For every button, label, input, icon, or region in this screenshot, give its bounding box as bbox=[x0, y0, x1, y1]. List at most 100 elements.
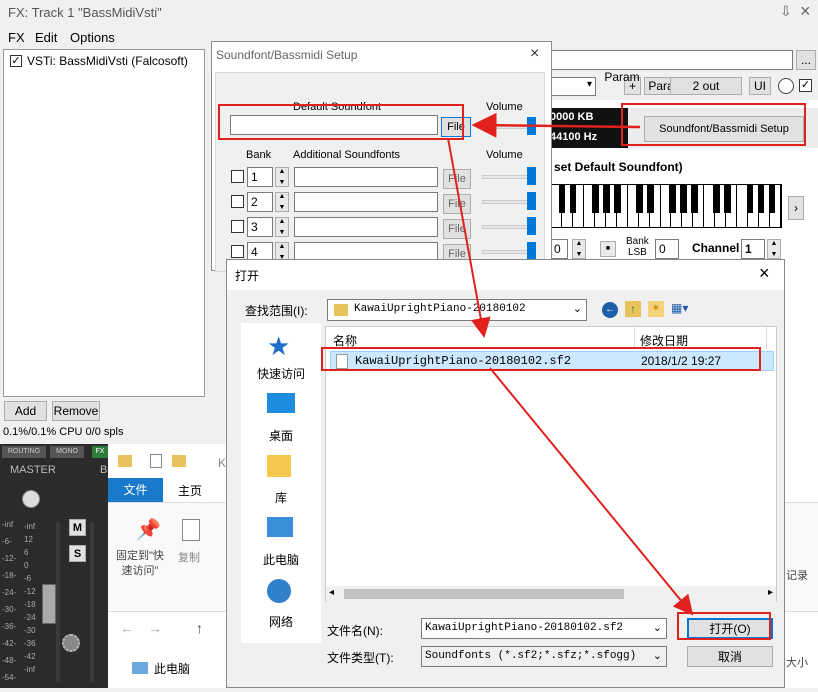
pan-knob-icon[interactable] bbox=[22, 490, 40, 508]
preset-field[interactable] bbox=[548, 50, 793, 70]
plugin-item[interactable]: ✓ VSTi: BassMidiVsti (Falcosoft) bbox=[10, 54, 188, 68]
additional-file-button[interactable]: File bbox=[443, 219, 471, 239]
nav-back-icon[interactable]: ← bbox=[120, 620, 134, 636]
close-icon[interactable]: × bbox=[800, 1, 811, 22]
additional-volume-slider[interactable] bbox=[527, 167, 536, 185]
preset-dots-button[interactable]: ... bbox=[796, 50, 816, 70]
open-button[interactable]: 打开(O) bbox=[687, 618, 773, 639]
bank-spin-field[interactable]: 2 bbox=[247, 192, 273, 212]
piano-black-key[interactable] bbox=[647, 185, 654, 213]
channel-field[interactable]: 1 bbox=[741, 239, 765, 259]
soundfont-setup-button[interactable]: Soundfont/Bassmidi Setup bbox=[644, 116, 804, 142]
column-header-name[interactable]: 名称 bbox=[333, 332, 357, 349]
view-menu-icon[interactable]: ▦▾ bbox=[671, 301, 699, 317]
piano-black-key[interactable] bbox=[724, 185, 732, 213]
wet-knob-icon[interactable] bbox=[778, 78, 794, 94]
pin-icon[interactable]: ⇩ bbox=[780, 3, 792, 20]
back-arrow-icon[interactable]: ← bbox=[602, 302, 618, 318]
menu-options[interactable]: Options bbox=[70, 30, 115, 45]
horizontal-scrollbar[interactable]: ◂ ▸ bbox=[326, 586, 776, 602]
additional-volume-slider[interactable] bbox=[527, 242, 536, 260]
left-spin-buttons[interactable]: ▲ ▼ bbox=[572, 239, 586, 259]
lookin-dropdown[interactable]: KawaiUprightPiano-20180102 ⌄ bbox=[327, 299, 587, 321]
soundfont-enable-checkbox[interactable] bbox=[231, 245, 244, 258]
filetype-dropdown[interactable]: Soundfonts (*.sf2;*.sfz;*.sfogg) ⌄ bbox=[421, 646, 667, 667]
additional-volume-slider[interactable] bbox=[527, 217, 536, 235]
settings-gear-icon[interactable] bbox=[62, 634, 80, 652]
soundfont-enable-checkbox[interactable] bbox=[231, 220, 244, 233]
bank-spin-field[interactable]: 3 bbox=[247, 217, 273, 237]
ui-button[interactable]: UI bbox=[749, 77, 771, 95]
bank-lsb-field[interactable]: 0 bbox=[655, 239, 679, 259]
bypass-checkbox[interactable]: ✓ bbox=[799, 79, 812, 92]
soundfont-enable-checkbox[interactable] bbox=[231, 170, 244, 183]
additional-soundfont-field[interactable] bbox=[294, 167, 438, 187]
soundfont-enable-checkbox[interactable] bbox=[231, 195, 244, 208]
open-dialog-close-icon[interactable]: × bbox=[759, 263, 770, 284]
piano-black-key[interactable] bbox=[569, 185, 577, 213]
piano-black-key[interactable] bbox=[680, 185, 687, 213]
piano-black-key[interactable] bbox=[636, 185, 643, 213]
channel-spin-buttons[interactable]: ▲ ▼ bbox=[767, 239, 781, 259]
ribbon-tab-home[interactable]: 主页 bbox=[178, 482, 202, 499]
routing-button[interactable]: ROUTING bbox=[2, 446, 46, 458]
piano-black-key[interactable] bbox=[768, 185, 776, 213]
menu-edit[interactable]: Edit bbox=[35, 30, 57, 45]
left-spin-field[interactable]: 0 bbox=[550, 239, 568, 259]
scroll-left-icon[interactable]: ◂ bbox=[329, 587, 334, 598]
this-pc-label[interactable]: 此电脑 bbox=[154, 660, 190, 677]
piano-black-key[interactable] bbox=[746, 185, 754, 213]
place-item[interactable]: 桌面 bbox=[241, 427, 321, 444]
new-folder-icon[interactable] bbox=[172, 455, 186, 467]
bank-spin-buttons[interactable]: ▲ ▼ bbox=[275, 217, 289, 237]
additional-file-button[interactable]: File bbox=[443, 169, 471, 189]
additional-soundfont-field[interactable] bbox=[294, 192, 438, 212]
additional-file-button[interactable]: File bbox=[443, 194, 471, 214]
copy-label[interactable]: 复制 bbox=[178, 549, 200, 565]
mute-button[interactable]: M bbox=[69, 519, 86, 536]
nav-forward-icon[interactable]: → bbox=[148, 620, 162, 636]
scroll-right-icon[interactable]: ▸ bbox=[768, 587, 773, 598]
file-row-selected[interactable]: KawaiUprightPiano-20180102.sf2 2018/1/2 … bbox=[330, 351, 774, 371]
setup-dialog-close-icon[interactable]: × bbox=[530, 45, 539, 63]
piano-black-key[interactable] bbox=[591, 185, 599, 213]
piano-scroll-right-button[interactable]: › bbox=[788, 196, 804, 220]
bank-spin-field[interactable]: 1 bbox=[247, 167, 273, 187]
place-item[interactable]: 快速访问 bbox=[241, 365, 321, 382]
piano-keyboard[interactable] bbox=[550, 184, 782, 228]
menu-fx[interactable]: FX bbox=[8, 30, 25, 45]
place-item[interactable]: 库 bbox=[241, 489, 321, 506]
piano-black-key[interactable] bbox=[691, 185, 698, 213]
additional-soundfont-field[interactable] bbox=[294, 217, 438, 237]
copy-icon[interactable] bbox=[182, 519, 200, 541]
add-button[interactable]: Add bbox=[4, 401, 47, 421]
piano-black-key[interactable] bbox=[613, 185, 621, 213]
volume-fader[interactable] bbox=[42, 584, 56, 624]
place-item[interactable]: 网络 bbox=[241, 613, 321, 630]
up-folder-icon[interactable]: ↑ bbox=[625, 301, 641, 317]
piano-black-key[interactable] bbox=[602, 185, 610, 213]
bank-spin-buttons[interactable]: ▲ ▼ bbox=[275, 167, 289, 187]
stop-icon[interactable]: ■ bbox=[600, 241, 616, 257]
plugin-enable-checkbox[interactable]: ✓ bbox=[10, 55, 22, 67]
cancel-button[interactable]: 取消 bbox=[687, 646, 773, 667]
solo-button[interactable]: S bbox=[69, 545, 86, 562]
piano-black-key[interactable] bbox=[558, 185, 566, 213]
bank-spin-buttons[interactable]: ▲ ▼ bbox=[275, 192, 289, 212]
properties-icon[interactable] bbox=[150, 454, 162, 468]
remove-button[interactable]: Remove bbox=[52, 401, 100, 421]
pin-quick-access-icon[interactable]: 📌 bbox=[136, 517, 161, 542]
filename-input[interactable]: KawaiUprightPiano-20180102.sf2 ⌄ bbox=[421, 618, 667, 639]
place-item[interactable]: 此电脑 bbox=[241, 551, 321, 568]
mono-button[interactable]: MONO bbox=[50, 446, 84, 458]
column-header-date[interactable]: 修改日期 bbox=[640, 332, 688, 349]
additional-volume-slider[interactable] bbox=[527, 192, 536, 210]
scroll-thumb[interactable] bbox=[344, 589, 624, 599]
piano-black-key[interactable] bbox=[757, 185, 765, 213]
ribbon-tab-file[interactable]: 文件 bbox=[108, 478, 163, 502]
pin-quick-access-label[interactable]: 固定到"快 速访问" bbox=[116, 549, 164, 579]
io-button[interactable]: 2 out bbox=[670, 77, 742, 95]
piano-black-key[interactable] bbox=[669, 185, 676, 213]
new-folder-icon[interactable]: ✶ bbox=[648, 301, 664, 317]
fx-button[interactable]: FX bbox=[92, 446, 108, 458]
